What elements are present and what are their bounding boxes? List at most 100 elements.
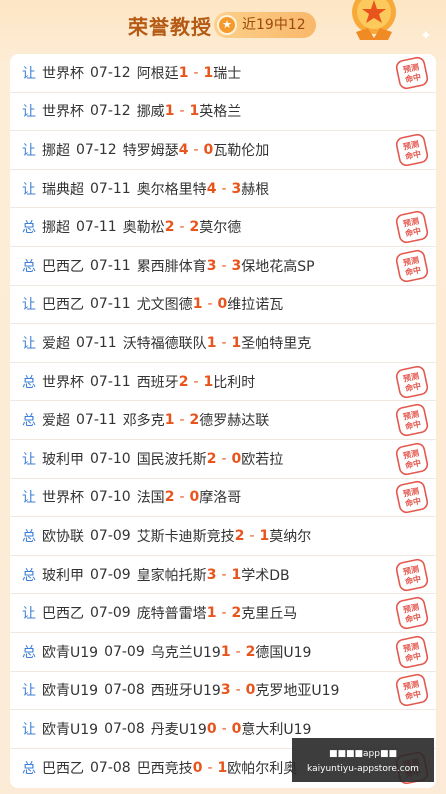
away-team: 瑞士 — [213, 65, 242, 82]
away-score: 0 — [189, 489, 200, 506]
away-team: 德罗赫达联 — [199, 413, 270, 430]
home-score: 2 — [164, 489, 175, 506]
list-item[interactable]: 让巴西乙 07-11 尤文图德 1-0 维拉诺瓦 — [10, 286, 436, 325]
list-item[interactable]: 总爱超 07-11 邓多克 1-2 德罗赫达联 预测 命中 — [10, 401, 436, 440]
prediction-hit-stamp-icon: 预测命中 — [395, 365, 429, 398]
home-team: 挪威 — [136, 104, 165, 121]
league-name: 巴西乙 — [42, 258, 84, 275]
away-score: 1 — [231, 334, 242, 351]
away-score: 0 — [203, 141, 214, 158]
list-item[interactable]: 让瑞典超 07-11 奥尔格里特 4-3 赫根 — [10, 170, 436, 209]
score-separator: - — [221, 334, 227, 351]
home-score: 1 — [206, 605, 217, 622]
league-name: 欧协联 — [42, 528, 84, 545]
home-score: 2 — [206, 450, 217, 467]
home-score: 1 — [220, 643, 231, 660]
list-item[interactable]: 让世界杯 07-10 法国 2-0 摩洛哥 预测 命中 — [10, 479, 436, 518]
list-item[interactable]: 让玻利甲 07-10 国民波托斯 2-0 欧若拉 预测 命中 — [10, 440, 436, 479]
score-separator: - — [235, 643, 241, 660]
home-team: 庞特普雷塔 — [136, 606, 207, 623]
home-team: 西班牙U19 — [150, 683, 221, 700]
home-team: 奥勒松 — [122, 220, 165, 237]
home-team: 皇家帕托斯 — [136, 567, 207, 584]
list-item[interactable]: 总挪超 07-11 奥勒松 2-2 莫尔德 预测 命中 — [10, 208, 436, 247]
away-team: 英格兰 — [199, 104, 242, 121]
league-name: 巴西乙 — [42, 297, 84, 314]
home-team: 西班牙 — [136, 374, 179, 391]
list-item[interactable]: 让世界杯 07-12 阿根廷 1-1 瑞士 预测 命中 — [10, 54, 436, 93]
medal-icon: ★ — [217, 15, 237, 35]
match-date: 07-12 — [90, 103, 131, 120]
prediction-hit-stamp-icon: 预测命中 — [395, 674, 429, 707]
watermark-line2: kaiyuntiyu-appstore.com — [307, 764, 419, 774]
away-team: 意大利U19 — [241, 721, 312, 738]
league-name: 欧青U19 — [42, 683, 99, 700]
bet-type-tag: 让 — [22, 65, 36, 82]
watermark-line1: ■■■■app■■ — [329, 749, 397, 759]
match-date: 07-09 — [90, 605, 131, 622]
bet-type-tag: 让 — [22, 104, 36, 121]
away-score: 1 — [203, 64, 214, 81]
away-score: 3 — [231, 257, 242, 274]
away-score: 2 — [189, 219, 200, 236]
league-name: 挪超 — [42, 142, 70, 159]
page-title: 荣誉教授 — [128, 15, 212, 39]
away-team: 学术DB — [241, 567, 290, 584]
league-name: 爱超 — [42, 335, 70, 352]
prediction-hit-stamp-icon: 预测命中 — [395, 249, 429, 282]
score-separator: - — [193, 373, 199, 390]
league-name: 世界杯 — [42, 104, 84, 121]
match-date: 07-12 — [76, 141, 117, 158]
away-team: 莫尔德 — [199, 220, 242, 237]
prediction-hit-stamp-icon: 预测命中 — [395, 597, 429, 630]
home-team: 累西腓体育 — [136, 258, 207, 275]
list-item[interactable]: 总世界杯 07-11 西班牙 2-1 比利时 预测 命中 — [10, 363, 436, 402]
match-date: 07-11 — [90, 180, 131, 197]
home-score: 2 — [234, 527, 245, 544]
league-name: 世界杯 — [42, 490, 84, 507]
away-score: 2 — [189, 412, 200, 429]
match-date: 07-11 — [76, 219, 117, 236]
bet-type-tag: 总 — [22, 644, 36, 661]
match-date: 07-10 — [90, 489, 131, 506]
away-team: 瓦勒伦加 — [213, 142, 270, 159]
list-item[interactable]: 总欧协联 07-09 艾斯卡迪斯竞技 2-1 莫纳尔 — [10, 517, 436, 556]
watermark: ■■■■app■■ kaiyuntiyu-appstore.com — [292, 738, 434, 782]
score-separator: - — [221, 720, 227, 737]
match-date: 07-09 — [90, 566, 131, 583]
list-item[interactable]: 总玻利甲 07-09 皇家帕托斯 3-1 学术DB 预测 命中 — [10, 556, 436, 595]
league-name: 世界杯 — [42, 65, 84, 82]
list-item[interactable]: 让世界杯 07-12 挪威 1-1 英格兰 — [10, 93, 436, 132]
home-score: 2 — [164, 219, 175, 236]
league-name: 巴西乙 — [42, 606, 84, 623]
page: 荣誉教授 ★ 近19中12 ✦ 让世界杯 07-12 阿根廷 1-1 瑞士 预测 命中让世界… — [0, 0, 446, 794]
trophy-icon — [352, 0, 396, 40]
match-date: 07-11 — [90, 373, 131, 390]
away-team: 保地花高SP — [241, 258, 315, 275]
list-item[interactable]: 让爱超 07-11 沃特福德联队 1-1 圣帕特里克 — [10, 324, 436, 363]
home-team: 丹麦U19 — [150, 721, 207, 738]
prediction-hit-stamp-icon: 预测命中 — [395, 404, 429, 437]
list-item[interactable]: 总巴西乙 07-11 累西腓体育 3-3 保地花高SP 预测 命中 — [10, 247, 436, 286]
list-item[interactable]: 总欧青U19 07-09 乌克兰U19 1-2 德国U19 预测 命中 — [10, 633, 436, 672]
list-item[interactable]: 让欧青U19 07-08 西班牙U19 3-0 克罗地亚U19 预测 命中 — [10, 672, 436, 711]
away-score: 1 — [203, 373, 214, 390]
bet-type-tag: 让 — [22, 721, 36, 738]
league-name: 玻利甲 — [42, 567, 84, 584]
list-item[interactable]: 让巴西乙 07-09 庞特普雷塔 1-2 克里丘马 预测 命中 — [10, 594, 436, 633]
bet-type-tag: 总 — [22, 374, 36, 391]
home-score: 4 — [178, 141, 189, 158]
prediction-hit-stamp-icon: 预测命中 — [395, 481, 429, 514]
home-team: 沃特福德联队 — [122, 335, 207, 352]
away-team: 维拉诺瓦 — [227, 297, 284, 314]
home-team: 艾斯卡迪斯竞技 — [136, 528, 235, 545]
bet-type-tag: 让 — [22, 451, 36, 468]
away-score: 0 — [245, 682, 256, 699]
match-date: 07-08 — [104, 682, 145, 699]
away-team: 德国U19 — [255, 644, 312, 661]
match-date: 07-11 — [90, 257, 131, 274]
header: 荣誉教授 ★ 近19中12 ✦ — [0, 0, 446, 52]
home-score: 1 — [164, 412, 175, 429]
list-item[interactable]: 让挪超 07-12 特罗姆瑟 4-0 瓦勒伦加 预测 命中 — [10, 131, 436, 170]
score-separator: - — [179, 103, 185, 120]
